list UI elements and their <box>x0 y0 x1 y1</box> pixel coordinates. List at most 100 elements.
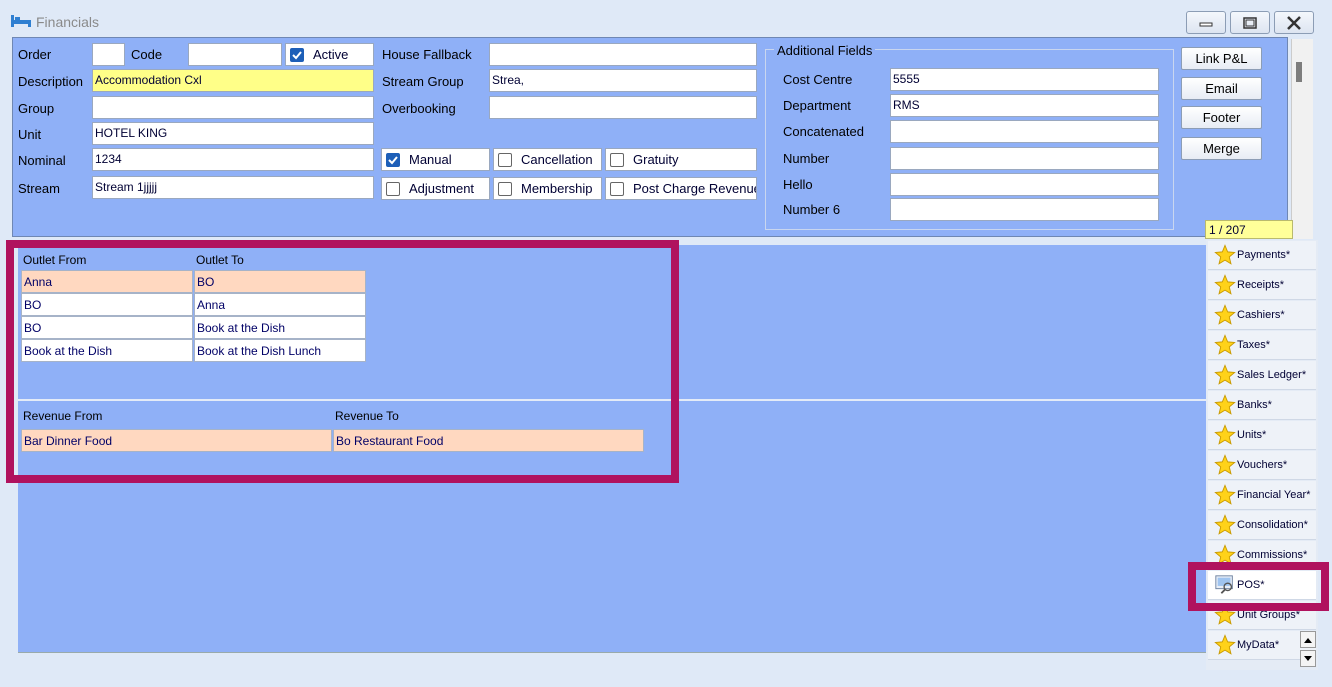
additional-fields-legend: Additional Fields <box>774 43 876 58</box>
nav-item-label: Taxes* <box>1237 339 1271 351</box>
checkmark-icon <box>386 152 400 167</box>
order-field[interactable] <box>92 43 125 66</box>
nav-item-label: Sales Ledger* <box>1237 369 1307 381</box>
nav-item-taxes[interactable]: Taxes* <box>1208 331 1316 360</box>
star-icon <box>1214 274 1236 296</box>
nav-item-sales-ledger[interactable]: Sales Ledger* <box>1208 361 1316 390</box>
nav-item-label: Cashiers* <box>1237 309 1285 321</box>
nav-item-cashiers[interactable]: Cashiers* <box>1208 301 1316 330</box>
active-checkbox[interactable]: Active <box>285 43 374 66</box>
star-icon <box>1214 334 1236 356</box>
manual-checkbox[interactable]: Manual <box>381 148 490 171</box>
nav-item-payments[interactable]: Payments* <box>1208 241 1316 270</box>
nav-item-label: Vouchers* <box>1237 459 1288 471</box>
footer-button[interactable]: Footer <box>1181 106 1262 129</box>
highlight-box-grids <box>6 240 679 483</box>
nav-item-label: Receipts* <box>1237 279 1285 291</box>
cost-centre-label: Cost Centre <box>783 72 853 87</box>
bed-icon <box>10 12 32 28</box>
stream-label: Stream <box>18 181 60 196</box>
nav-item-vouchers[interactable]: Vouchers* <box>1208 451 1316 480</box>
link-pl-button[interactable]: Link P&L <box>1181 47 1262 70</box>
scroll-down-button[interactable] <box>1300 650 1316 667</box>
cancellation-label: Cancellation <box>521 152 593 167</box>
star-icon <box>1214 394 1236 416</box>
description-field[interactable]: Accommodation Cxl <box>92 69 374 92</box>
star-icon <box>1214 454 1236 476</box>
nav-item-label: MyData* <box>1237 639 1280 651</box>
stream-group-label: Stream Group <box>382 74 464 89</box>
window-title: Financials <box>36 14 100 30</box>
minimize-button[interactable] <box>1186 11 1226 34</box>
nav-item-label: Units* <box>1237 429 1267 441</box>
horizontal-scrollbar[interactable] <box>18 652 1206 665</box>
house-fallback-label: House Fallback <box>382 47 472 62</box>
checkbox-icon <box>498 181 512 196</box>
star-icon <box>1214 484 1236 506</box>
department-label: Department <box>783 98 851 113</box>
maximize-button[interactable] <box>1230 11 1270 34</box>
order-label: Order <box>18 47 52 62</box>
overbooking-label: Overbooking <box>382 101 456 116</box>
stream-field[interactable]: Stream 1jjjjj <box>92 176 374 199</box>
adjustment-label: Adjustment <box>409 181 475 196</box>
nav-item-consolidation[interactable]: Consolidation* <box>1208 511 1316 540</box>
star-icon <box>1214 514 1236 536</box>
nav-item-label: Financial Year* <box>1237 489 1311 501</box>
highlight-box-pos <box>1188 562 1329 611</box>
number-label: Number <box>783 151 830 166</box>
hello-field[interactable] <box>890 173 1159 196</box>
overbooking-field[interactable] <box>489 96 757 119</box>
nav-item-receipts[interactable]: Receipts* <box>1208 271 1316 300</box>
record-counter: 1 / 207 <box>1205 220 1293 239</box>
nominal-label: Nominal <box>18 153 66 168</box>
description-label: Description <box>18 74 84 89</box>
nav-item-label: Consolidation* <box>1237 519 1308 531</box>
title-bar <box>0 0 1332 40</box>
nav-item-label: Payments* <box>1237 249 1291 261</box>
scrollbar-thumb[interactable] <box>1296 62 1302 82</box>
code-field[interactable] <box>188 43 282 66</box>
details-scrollbar[interactable] <box>1291 39 1313 239</box>
checkbox-icon <box>610 152 624 167</box>
cancellation-checkbox[interactable]: Cancellation <box>493 148 602 171</box>
house-fallback-field[interactable] <box>489 43 757 66</box>
gratuity-label: Gratuity <box>633 152 679 167</box>
checkmark-icon <box>290 47 304 62</box>
group-field[interactable] <box>92 96 374 119</box>
post-charge-revenue-label: Post Charge Revenue <box>633 181 757 196</box>
nav-item-units[interactable]: Units* <box>1208 421 1316 450</box>
cost-centre-field[interactable]: 5555 <box>890 68 1159 91</box>
membership-label: Membership <box>521 181 593 196</box>
active-label: Active <box>313 47 349 62</box>
nominal-field[interactable]: 1234 <box>92 148 374 171</box>
star-icon <box>1214 304 1236 326</box>
star-icon <box>1214 364 1236 386</box>
checkbox-icon <box>610 181 624 196</box>
code-label: Code <box>131 47 163 62</box>
adjustment-checkbox[interactable]: Adjustment <box>381 177 490 200</box>
nav-item-banks[interactable]: Banks* <box>1208 391 1316 420</box>
post-charge-revenue-checkbox[interactable]: Post Charge Revenue <box>605 177 757 200</box>
stream-group-field[interactable]: Strea, <box>489 69 757 92</box>
department-field[interactable]: RMS <box>890 94 1159 117</box>
manual-label: Manual <box>409 152 452 167</box>
number6-field[interactable] <box>890 198 1159 221</box>
email-button[interactable]: Email <box>1181 77 1262 100</box>
unit-field[interactable]: HOTEL KING <box>92 122 374 145</box>
checkbox-icon <box>386 181 400 196</box>
unit-label: Unit <box>18 127 42 142</box>
scroll-up-button[interactable] <box>1300 631 1316 648</box>
nav-item-label: Commissions* <box>1237 549 1308 561</box>
star-icon <box>1214 244 1236 266</box>
concatenated-field[interactable] <box>890 120 1159 143</box>
checkbox-icon <box>498 152 512 167</box>
group-label: Group <box>18 101 55 116</box>
nav-item-financial-year[interactable]: Financial Year* <box>1208 481 1316 510</box>
gratuity-checkbox[interactable]: Gratuity <box>605 148 757 171</box>
close-button[interactable] <box>1274 11 1314 34</box>
star-icon <box>1214 424 1236 446</box>
merge-button[interactable]: Merge <box>1181 137 1262 160</box>
number-field[interactable] <box>890 147 1159 170</box>
membership-checkbox[interactable]: Membership <box>493 177 602 200</box>
